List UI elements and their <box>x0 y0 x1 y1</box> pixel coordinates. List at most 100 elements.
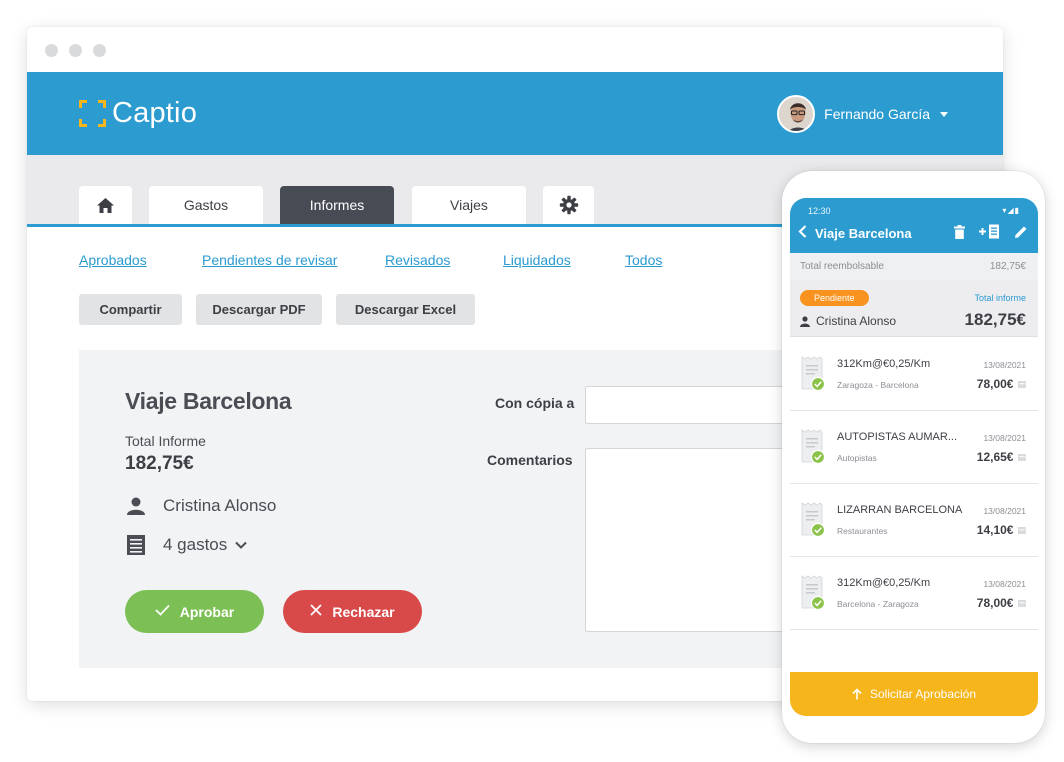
request-approval-button[interactable]: Solicitar Aprobación <box>790 672 1038 716</box>
expense-date: 13/08/2021 <box>983 360 1026 370</box>
check-icon <box>155 603 170 621</box>
expense-title: AUTOPISTAS AUMAR... <box>837 431 958 443</box>
tab-settings[interactable] <box>543 186 594 224</box>
cc-label: Con cópia a <box>495 395 575 411</box>
expense-date: 13/08/2021 <box>983 506 1026 516</box>
arrow-up-icon <box>852 688 862 700</box>
expense-amount: 14,10€ ▤ <box>977 523 1026 537</box>
report-title: Viaje Barcelona <box>125 388 292 414</box>
window-close-dot[interactable] <box>45 44 58 57</box>
expense-amount-value: 78,00€ <box>976 596 1014 610</box>
window-maximize-dot[interactable] <box>93 44 106 57</box>
trash-icon[interactable] <box>954 224 965 239</box>
expense-amount-value: 78,00€ <box>976 377 1014 391</box>
tab-gastos-label: Gastos <box>183 197 229 213</box>
expense-category: Restaurantes <box>837 526 888 536</box>
phone-mockup: 12:30 ▾◢▮ Viaje Barcelona Total reembols… <box>782 171 1045 743</box>
add-receipt-icon[interactable] <box>979 224 1000 239</box>
chevron-down-icon <box>235 541 247 549</box>
phone-toolbar <box>940 224 1028 239</box>
download-excel-button[interactable]: Descargar Excel <box>336 294 475 325</box>
window-titlebar <box>27 27 1003 72</box>
home-icon <box>97 197 114 213</box>
edit-icon[interactable] <box>1014 225 1028 239</box>
approve-label: Aprobar <box>179 603 235 620</box>
phone-total-value: 182,75€ <box>964 310 1026 329</box>
report-total-value: 182,75€ <box>125 453 194 474</box>
phone-status-icons: ▾◢▮ <box>1002 206 1020 215</box>
reject-label: Rechazar <box>332 603 395 620</box>
phone-screen: 12:30 ▾◢▮ Viaje Barcelona Total reembols… <box>790 198 1038 716</box>
report-owner: Cristina Alonso <box>125 495 276 517</box>
share-button[interactable]: Compartir <box>79 294 182 325</box>
reimbursable-label: Total reembolsable <box>800 261 884 272</box>
phone-report-summary: Pendiente Total informe Cristina Alonso … <box>790 280 1038 337</box>
cash-icon: ▤ <box>1017 451 1026 462</box>
expense-category: Autopistas <box>837 453 877 463</box>
expense-amount-value: 12,65€ <box>976 450 1014 464</box>
expense-date: 13/08/2021 <box>983 579 1026 589</box>
list-item[interactable]: 312Km@€0,25/Km Zaragoza - Barcelona 13/0… <box>790 338 1038 411</box>
expense-amount: 78,00€ ▤ <box>977 377 1026 391</box>
gear-icon <box>559 195 578 215</box>
expense-title: 312Km@€0,25/Km <box>837 577 931 589</box>
receipt-check-icon <box>801 429 825 465</box>
filter-todos[interactable]: Todos <box>625 252 662 268</box>
report-expenses-toggle[interactable]: 4 gastos <box>125 534 247 556</box>
chevron-down-icon <box>940 111 948 117</box>
download-pdf-button[interactable]: Descargar PDF <box>196 294 322 325</box>
expense-title: LIZARRAN BARCELONA <box>837 504 963 516</box>
tab-informes[interactable]: Informes <box>280 186 394 224</box>
brand-logo[interactable]: Captio <box>79 96 197 130</box>
expense-title: 312Km@€0,25/Km <box>837 358 931 370</box>
receipt-list-icon <box>125 534 147 556</box>
request-approval-label: Solicitar Aprobación <box>869 687 977 701</box>
expense-date: 13/08/2021 <box>983 433 1026 443</box>
tab-informes-label: Informes <box>309 197 365 213</box>
user-name: Fernando García <box>824 106 930 122</box>
tab-home[interactable] <box>79 186 132 224</box>
expense-category: Barcelona - Zaragoza <box>837 599 919 609</box>
close-icon <box>310 603 322 621</box>
filter-liquidados[interactable]: Liquidados <box>503 252 571 268</box>
phone-title-bar: Viaje Barcelona <box>798 225 912 241</box>
phone-total-label: Total informe <box>974 293 1026 303</box>
report-detail-panel: Viaje Barcelona Total Informe 182,75€ Cr… <box>79 350 839 668</box>
cash-icon: ▤ <box>1017 524 1026 535</box>
expenses-count: 4 gastos <box>163 535 228 554</box>
user-icon <box>800 315 810 327</box>
user-menu[interactable]: Fernando García <box>777 95 948 133</box>
avatar <box>777 95 816 133</box>
report-owner-name: Cristina Alonso <box>163 496 277 515</box>
expense-category: Zaragoza - Barcelona <box>837 380 919 390</box>
report-total-label: Total Informe <box>125 433 206 449</box>
cash-icon: ▤ <box>1017 378 1026 389</box>
reimbursable-value: 182,75€ <box>989 261 1026 272</box>
status-badge: Pendiente <box>800 290 869 306</box>
phone-report-owner: Cristina Alonso <box>800 314 896 328</box>
captio-logo-icon <box>79 99 106 127</box>
comments-label: Comentarios <box>487 452 573 468</box>
app-header: Captio Fernando García <box>27 72 1003 155</box>
reject-button[interactable]: Rechazar <box>283 590 422 633</box>
expense-amount: 12,65€ ▤ <box>977 450 1026 464</box>
tab-viajes-label: Viajes <box>450 197 488 213</box>
brand-name: Captio <box>112 96 198 129</box>
user-icon <box>125 495 147 517</box>
approve-button[interactable]: Aprobar <box>125 590 264 633</box>
back-arrow-icon[interactable] <box>798 225 807 241</box>
phone-reimbursable-row: Total reembolsable 182,75€ <box>790 253 1038 280</box>
tab-viajes[interactable]: Viajes <box>412 186 526 224</box>
filter-revisados[interactable]: Revisados <box>385 252 450 268</box>
list-item[interactable]: AUTOPISTAS AUMAR... Autopistas 13/08/202… <box>790 411 1038 484</box>
filter-pendientes[interactable]: Pendientes de revisar <box>202 252 337 268</box>
receipt-check-icon <box>801 356 825 392</box>
list-item[interactable]: LIZARRAN BARCELONA Restaurantes 13/08/20… <box>790 484 1038 557</box>
expense-amount: 78,00€ ▤ <box>977 596 1026 610</box>
list-item[interactable]: 312Km@€0,25/Km Barcelona - Zaragoza 13/0… <box>790 557 1038 630</box>
window-minimize-dot[interactable] <box>69 44 82 57</box>
filter-aprobados[interactable]: Aprobados <box>79 252 147 268</box>
cash-icon: ▤ <box>1017 597 1026 608</box>
phone-clock: 12:30 <box>808 206 831 216</box>
tab-gastos[interactable]: Gastos <box>149 186 263 224</box>
